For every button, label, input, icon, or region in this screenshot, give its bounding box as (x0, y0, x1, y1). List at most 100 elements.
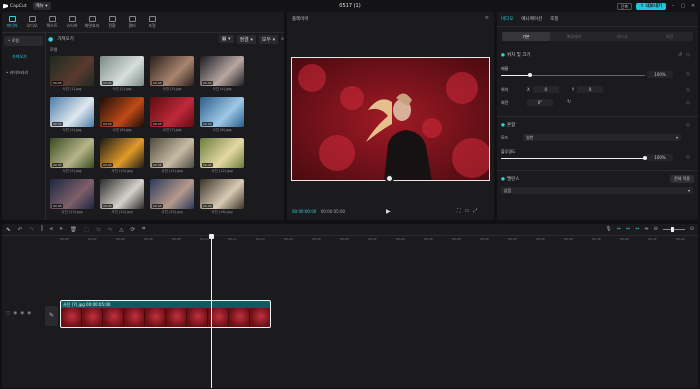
rotate-clip-icon[interactable]: ⟳ (130, 227, 135, 233)
scale-value[interactable]: 100% (647, 71, 673, 78)
media-item[interactable]: 00:05 사진 (11).jpg (150, 138, 194, 176)
balance-checkbox-icon[interactable]: ● (501, 177, 505, 182)
apply-all-button[interactable]: 전체 적용 (670, 175, 694, 183)
shortcut-button[interactable]: 단축 (616, 2, 633, 10)
scale-keyframe-icon[interactable]: ◇ (686, 71, 690, 77)
rotate-input[interactable]: 0° (527, 99, 553, 106)
ratio-icon[interactable]: ▭ (465, 208, 470, 214)
delete-icon[interactable]: 🗑 (70, 227, 77, 233)
timeline-playhead[interactable] (211, 234, 212, 388)
timeline-clip[interactable]: 사진 (7).jpg 00:00:05:00 (60, 300, 271, 328)
split-left-icon[interactable]: ⫷ (50, 226, 53, 233)
blend-checkbox-icon[interactable]: ● (501, 123, 505, 128)
tab-tool-0[interactable]: 미디어 (2, 15, 22, 29)
split-right-icon[interactable]: ⫸ (60, 226, 63, 233)
scale-slider-handle[interactable] (528, 73, 532, 77)
media-item[interactable]: 00:05 사진 (8).jpg (200, 97, 244, 135)
media-item[interactable]: 00:05 사진 (3).jpg (150, 56, 194, 94)
opacity-value[interactable]: 100% (647, 154, 673, 161)
tab-tool-3[interactable]: 스티커 (62, 15, 82, 29)
position-keyframe-icon[interactable]: ◇ (686, 87, 690, 93)
track-hide-icon[interactable]: ◉ (13, 311, 17, 316)
rotate-icon[interactable]: ↻ (567, 99, 571, 105)
time-ruler[interactable]: 00:00 00:02 00:04 00:06 00:08 00:10 00:12 00:14… (60, 236, 696, 244)
view-toggle[interactable]: ▦ ▾ (218, 35, 234, 43)
keyframe-icon[interactable]: ◇ (686, 52, 690, 58)
menu-button[interactable]: 메뉴 ▾ (32, 2, 51, 10)
tab-video[interactable]: 비디오 (501, 16, 513, 22)
tab-animation[interactable]: 애니메이션 (521, 16, 542, 22)
magnet-icon[interactable]: ⇔ (617, 226, 621, 232)
select-tool-icon[interactable]: ⬉ (6, 227, 11, 233)
crop-icon[interactable]: ⌗ (142, 226, 145, 233)
search-icon[interactable]: ⌕ (281, 36, 284, 42)
track-cover-icon[interactable]: ◉ (27, 311, 31, 316)
import-icon[interactable]: ● (48, 36, 53, 43)
zoom-fit-icon[interactable]: ⊙ (690, 226, 694, 232)
balance-dropdown[interactable]: 없음 ▾ (501, 187, 693, 194)
maximize-icon[interactable]: ▢ (680, 3, 686, 9)
close-icon[interactable]: ✕ (690, 3, 696, 9)
play-icon[interactable]: ▶ (386, 208, 391, 215)
section-checkbox-icon[interactable]: ● (501, 53, 505, 58)
tab-adjust[interactable]: 조정 (550, 16, 558, 22)
split-icon[interactable]: ⫿ (41, 226, 43, 233)
blend-keyframe-icon[interactable]: ◇ (686, 122, 690, 128)
media-item[interactable]: 00:05 사진 (7).jpg (150, 97, 194, 135)
zoom-slider[interactable] (662, 226, 685, 232)
sidebar-item-library[interactable]: • 라이브러리 (2, 68, 45, 78)
tab-tool-2[interactable]: 텍스트 (42, 15, 62, 29)
subtab-retouch[interactable]: 보정 (646, 34, 693, 40)
split-screen-icon[interactable]: ⇹ (644, 226, 648, 232)
redo-icon[interactable]: ↷ (29, 227, 34, 233)
zoom-out-icon[interactable]: ⊖ (654, 226, 658, 232)
tab-tool-6[interactable]: 필터 (122, 15, 142, 29)
flip-icon[interactable]: △ (119, 227, 123, 233)
playhead-head-icon[interactable] (209, 234, 214, 239)
undo-icon[interactable]: ↶ (18, 227, 23, 233)
media-item[interactable]: 00:05 사진 (4).jpg (200, 56, 244, 94)
mirror-icon[interactable]: ⇋ (108, 227, 113, 233)
tab-tool-7[interactable]: 조정 (142, 15, 162, 29)
opacity-slider[interactable] (501, 158, 645, 159)
media-item[interactable]: 00:05 사진 (2).jpg (100, 56, 144, 94)
filter-dropdown[interactable]: 모두 ▾ (258, 34, 279, 44)
tab-tool-1[interactable]: 오디오 (22, 15, 42, 29)
reset-icon[interactable]: ↺ (678, 52, 682, 58)
media-item[interactable]: 00:05 사진 (12).jpg (200, 138, 244, 176)
subtab-remove-bg[interactable]: 배경제거 (550, 34, 598, 40)
import-button[interactable]: 가져오기 (57, 36, 74, 42)
tab-tool-4[interactable]: 화면효과 (82, 15, 102, 29)
rotate-keyframe-icon[interactable]: ◇ (686, 100, 690, 106)
position-y-input[interactable]: 0 (577, 86, 604, 93)
media-item[interactable]: 00:05 사진 (10).jpg (100, 138, 144, 176)
media-item[interactable]: 00:05 사진 (1).jpg (50, 56, 94, 94)
video-preview[interactable] (291, 57, 490, 181)
media-item[interactable]: 00:05 사진 (9).jpg (50, 138, 94, 176)
sort-dropdown[interactable]: 정렬 ▾ (236, 34, 256, 44)
mic-icon[interactable]: 🎙 (605, 226, 611, 232)
preview-axis-icon[interactable]: ⇔ (635, 226, 639, 232)
fit-icon[interactable]: ⛶ (457, 208, 461, 214)
media-item[interactable]: 00:05 사진 (6).jpg (100, 97, 144, 135)
track-mute-icon[interactable]: ◉ (20, 311, 24, 316)
freeze-icon[interactable]: ▢ (84, 227, 89, 233)
link-icon[interactable]: ⇔ (626, 226, 630, 232)
sidebar-item-import[interactable]: 가져오기 (2, 52, 45, 62)
subtab-basic[interactable]: 기본 (502, 32, 550, 41)
opacity-keyframe-icon[interactable]: ◇ (686, 154, 690, 160)
media-item[interactable]: 00:05 사진 (5).jpg (50, 97, 94, 135)
media-item[interactable]: 00:05 사진 (14).jpg (100, 179, 144, 217)
fullscreen-icon[interactable]: ⤢ (473, 208, 477, 214)
mode-dropdown[interactable]: 일반 ▾ (523, 134, 681, 141)
reverse-icon[interactable]: ⇆ (96, 227, 101, 233)
media-item[interactable]: 00:05 사진 (13).jpg (50, 179, 94, 217)
sidebar-item-local[interactable]: • 로컬 (4, 36, 43, 46)
export-button[interactable]: ⇪ 내보내기 (636, 2, 666, 10)
media-item[interactable]: 00:05 사진 (16).jpg (200, 179, 244, 217)
tab-tool-5[interactable]: 전환 (102, 15, 122, 29)
subtab-mask[interactable]: 마스크 (598, 34, 646, 40)
cover-edit-icon[interactable]: ✎ (45, 306, 58, 326)
minimize-icon[interactable]: – (670, 3, 676, 9)
player-menu-icon[interactable]: ≡ (485, 15, 489, 21)
